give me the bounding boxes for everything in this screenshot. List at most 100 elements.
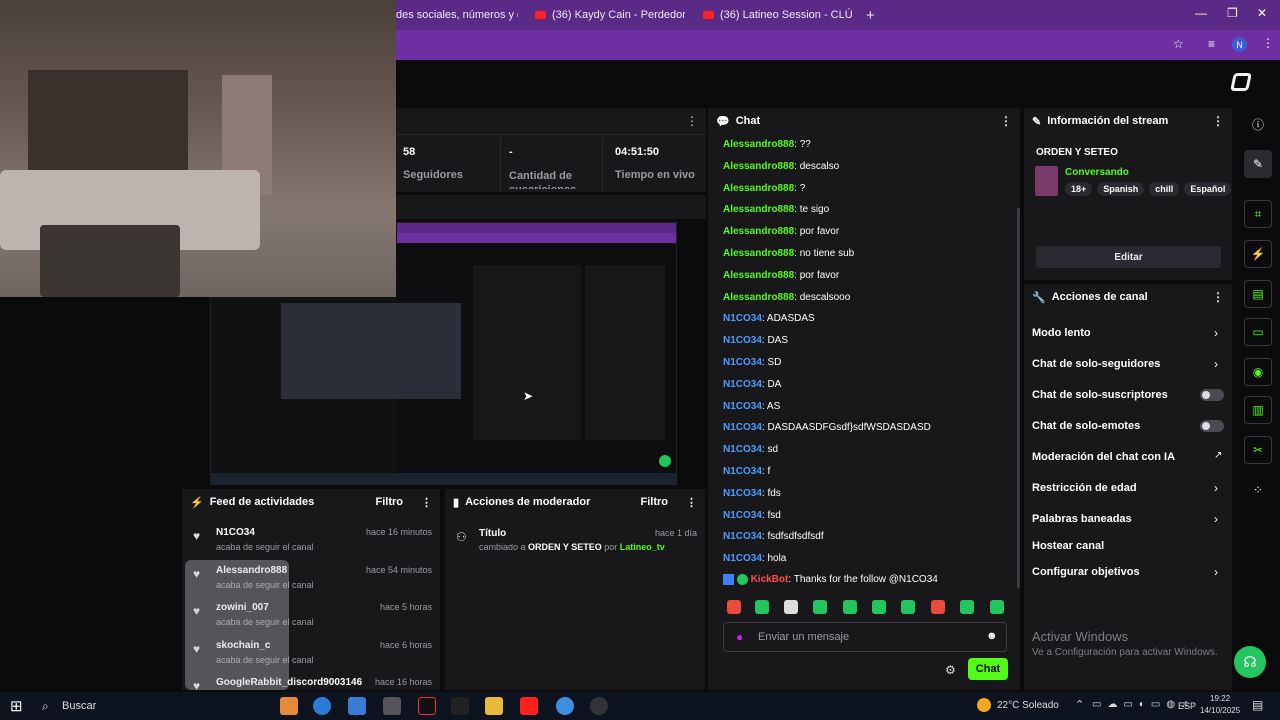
browser-tab-1[interactable]: des sociales, números y quié✕ (396, 4, 518, 26)
chat-username[interactable]: N1CO34 (723, 422, 762, 433)
channel-action-item[interactable]: Chat de solo-suscriptores (1032, 389, 1168, 401)
emote-icon[interactable] (960, 600, 974, 614)
apps-icon[interactable]: ⁘ (1244, 476, 1272, 504)
chat-menu-icon[interactable]: ⋮ (1000, 114, 1012, 128)
edit-stream-button[interactable]: Editar (1036, 246, 1221, 268)
channel-action-item[interactable]: Palabras baneadas (1032, 513, 1132, 525)
stream-tag[interactable]: Spanish (1097, 182, 1145, 196)
store-icon[interactable] (348, 697, 366, 715)
windows-start-icon[interactable]: ⊞ (10, 697, 23, 715)
chevron-right-icon[interactable]: › (1214, 481, 1218, 495)
edge-icon[interactable] (313, 697, 331, 715)
chrome-icon[interactable] (556, 697, 574, 715)
external-link-icon[interactable]: ↗ (1214, 450, 1222, 461)
notifications-icon[interactable]: ▤ (1252, 698, 1263, 712)
clock-time[interactable]: 19:22 (1210, 694, 1230, 703)
tools-icon[interactable]: ✂ (1244, 436, 1272, 464)
mod-filter-button[interactable]: Filtro (641, 496, 669, 508)
language-indicator[interactable]: ESP (1178, 701, 1196, 711)
category-thumbnail[interactable] (1035, 166, 1058, 196)
browser-tab-2[interactable]: (36) Kaydy Cain - Perdedores d✕ (535, 4, 685, 26)
media-icon[interactable]: ≡ (1208, 37, 1215, 51)
youtube-app-icon[interactable] (520, 697, 538, 715)
file-explorer-icon[interactable] (485, 697, 503, 715)
channel-action-item[interactable]: Configurar objetivos (1032, 566, 1140, 578)
maximize-icon[interactable]: ❐ (1227, 6, 1238, 20)
emote-icon[interactable] (990, 600, 1004, 614)
emote-icon[interactable] (755, 600, 769, 614)
emote-icon[interactable] (901, 600, 915, 614)
channel-action-item[interactable]: Chat de solo-seguidores (1032, 358, 1160, 370)
edit-icon[interactable]: ✎ (1244, 150, 1272, 178)
stream-tag[interactable]: 18+ (1065, 182, 1093, 196)
chat-settings-gear-icon[interactable]: ⚙ (945, 663, 956, 677)
chat-username[interactable]: Alessandro888 (723, 270, 794, 281)
channel-action-item[interactable]: Modo lento (1032, 327, 1091, 339)
channel-actions-menu-icon[interactable]: ⋮ (1212, 290, 1224, 304)
obs-icon[interactable] (590, 697, 608, 715)
mod-item-user[interactable]: Latineo_tv (620, 542, 665, 552)
stream-info-menu-icon[interactable]: ⋮ (1212, 114, 1224, 128)
emote-icon[interactable] (872, 600, 886, 614)
chat-username[interactable]: N1CO34 (723, 510, 762, 521)
chat-input[interactable]: ● Enviar un mensaje ☻ (723, 622, 1007, 652)
chat-username[interactable]: Alessandro888 (723, 204, 794, 215)
emote-icon[interactable] (727, 600, 741, 614)
microphone-icon[interactable]: ● (736, 630, 743, 644)
chat-username[interactable]: Alessandro888 (723, 139, 794, 150)
subscribers-only-toggle[interactable] (1200, 389, 1224, 401)
chat-username[interactable]: N1CO34 (723, 531, 762, 542)
search-icon[interactable]: ⌕ (42, 699, 49, 714)
taskbar-search-input[interactable]: Buscar (62, 700, 96, 712)
chevron-right-icon[interactable]: › (1214, 512, 1218, 526)
chat-username[interactable]: Alessandro888 (723, 292, 794, 303)
minimize-icon[interactable]: — (1195, 6, 1207, 20)
emote-icon[interactable] (784, 600, 798, 614)
chat-icon[interactable]: ▭ (1244, 318, 1272, 346)
weather-sun-icon[interactable] (977, 698, 991, 712)
support-headset-icon[interactable]: ☊ (1234, 646, 1266, 678)
stream-tag[interactable]: chill (1149, 182, 1180, 196)
channel-action-item[interactable]: Chat de solo-emotes (1032, 420, 1140, 432)
feed-item-name[interactable]: N1CO34 (216, 527, 255, 538)
feed-menu-icon[interactable]: ⋮ (421, 496, 432, 509)
info-icon[interactable]: ⓘ (1244, 110, 1272, 138)
chevron-right-icon[interactable]: › (1214, 565, 1218, 579)
capture-icon[interactable]: ⌗ (1244, 200, 1272, 228)
bookmark-star-icon[interactable]: ☆ (1173, 37, 1184, 51)
lightning-icon[interactable]: ⚡ (1244, 240, 1272, 268)
emote-icon[interactable] (843, 600, 857, 614)
channel-action-item[interactable]: Hostear canal (1032, 540, 1104, 552)
chat-username[interactable]: N1CO34 (723, 335, 762, 346)
chat-username[interactable]: Alessandro888 (723, 183, 794, 194)
chat-username[interactable]: N1CO34 (723, 488, 762, 499)
new-tab-button[interactable]: + (866, 4, 880, 26)
notes-icon[interactable]: ▤ (1244, 280, 1272, 308)
mail-icon[interactable] (383, 697, 401, 715)
browser-menu-icon[interactable]: ⋮ (1262, 36, 1274, 50)
chat-username[interactable]: N1CO34 (723, 444, 762, 455)
profile-avatar[interactable]: N (1232, 37, 1247, 52)
chat-username[interactable]: N1CO34 (723, 466, 762, 477)
mod-menu-icon[interactable]: ⋮ (686, 496, 697, 509)
emotes-only-toggle[interactable] (1200, 420, 1224, 432)
chat-username[interactable]: Alessandro888 (723, 161, 794, 172)
copilot-icon[interactable] (280, 697, 298, 715)
close-window-icon[interactable]: ✕ (1257, 6, 1267, 20)
chat-username[interactable]: KickBot (751, 574, 789, 585)
layout-icon[interactable]: ▥ (1244, 396, 1272, 424)
stream-category[interactable]: Conversando (1065, 167, 1129, 178)
chevron-right-icon[interactable]: › (1214, 357, 1218, 371)
channel-action-item[interactable]: Restricción de edad (1032, 482, 1137, 494)
chat-username[interactable]: N1CO34 (723, 313, 762, 324)
chevron-right-icon[interactable]: › (1214, 326, 1218, 340)
feed-filter-button[interactable]: Filtro (376, 496, 404, 508)
stream-tag[interactable]: Español (1184, 182, 1232, 196)
chat-username[interactable]: N1CO34 (723, 379, 762, 390)
tiktok-icon[interactable] (418, 697, 436, 715)
weather-text[interactable]: 22°C Soleado (997, 700, 1059, 711)
send-chat-button[interactable]: Chat (968, 658, 1008, 680)
broadcast-icon[interactable]: ◉ (1244, 358, 1272, 386)
chat-username[interactable]: Alessandro888 (723, 248, 794, 259)
emote-icon[interactable] (931, 600, 945, 614)
